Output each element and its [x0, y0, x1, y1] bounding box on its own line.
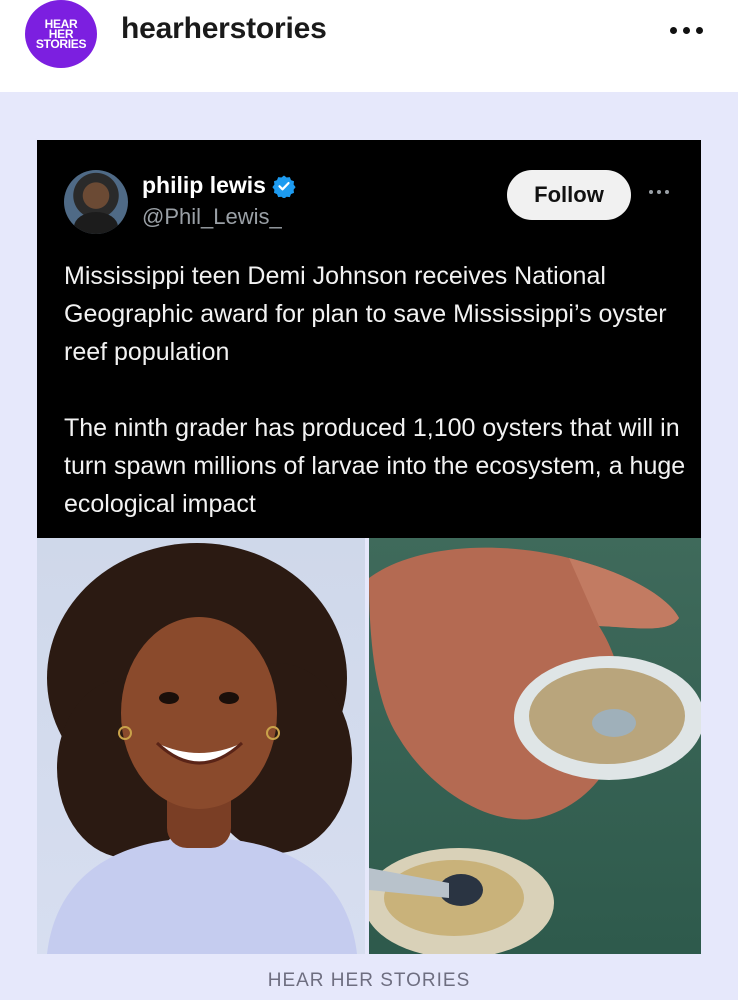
more-options-icon[interactable]: [664, 20, 708, 40]
avatar-logo-text: HEAR HER STORIES: [35, 17, 87, 51]
portrait-photo: [37, 538, 365, 954]
tweet-paragraph: The ninth grader has produced 1,100 oyst…: [64, 414, 686, 518]
follow-button[interactable]: Follow: [507, 170, 631, 220]
portrait-illustration: [47, 543, 357, 954]
tweet-body: Mississippi teen Demi Johnson receives N…: [64, 257, 688, 523]
account-username[interactable]: hearherstories: [121, 12, 327, 46]
watermark-label: HEAR HER STORIES: [267, 970, 471, 991]
embedded-tweet-card: philip lewis @Phil_Lewis_ Follow Mississ…: [37, 140, 701, 538]
verified-badge-icon: [272, 175, 296, 198]
tweet-author-row: philip lewis: [142, 172, 296, 199]
account-avatar[interactable]: HEAR HER STORIES: [25, 0, 97, 68]
tweet-author-avatar[interactable]: [64, 170, 128, 234]
tweet-more-icon[interactable]: [645, 186, 673, 198]
tweet-paragraph: Mississippi teen Demi Johnson receives N…: [64, 262, 667, 366]
tweet-author-name[interactable]: philip lewis: [142, 172, 266, 199]
oyster-photo: [369, 538, 701, 954]
post-header: HEAR HER STORIES hearherstories: [0, 0, 738, 92]
oyster-illustration: [369, 547, 701, 954]
tweet-author-handle[interactable]: @Phil_Lewis_: [142, 204, 282, 230]
